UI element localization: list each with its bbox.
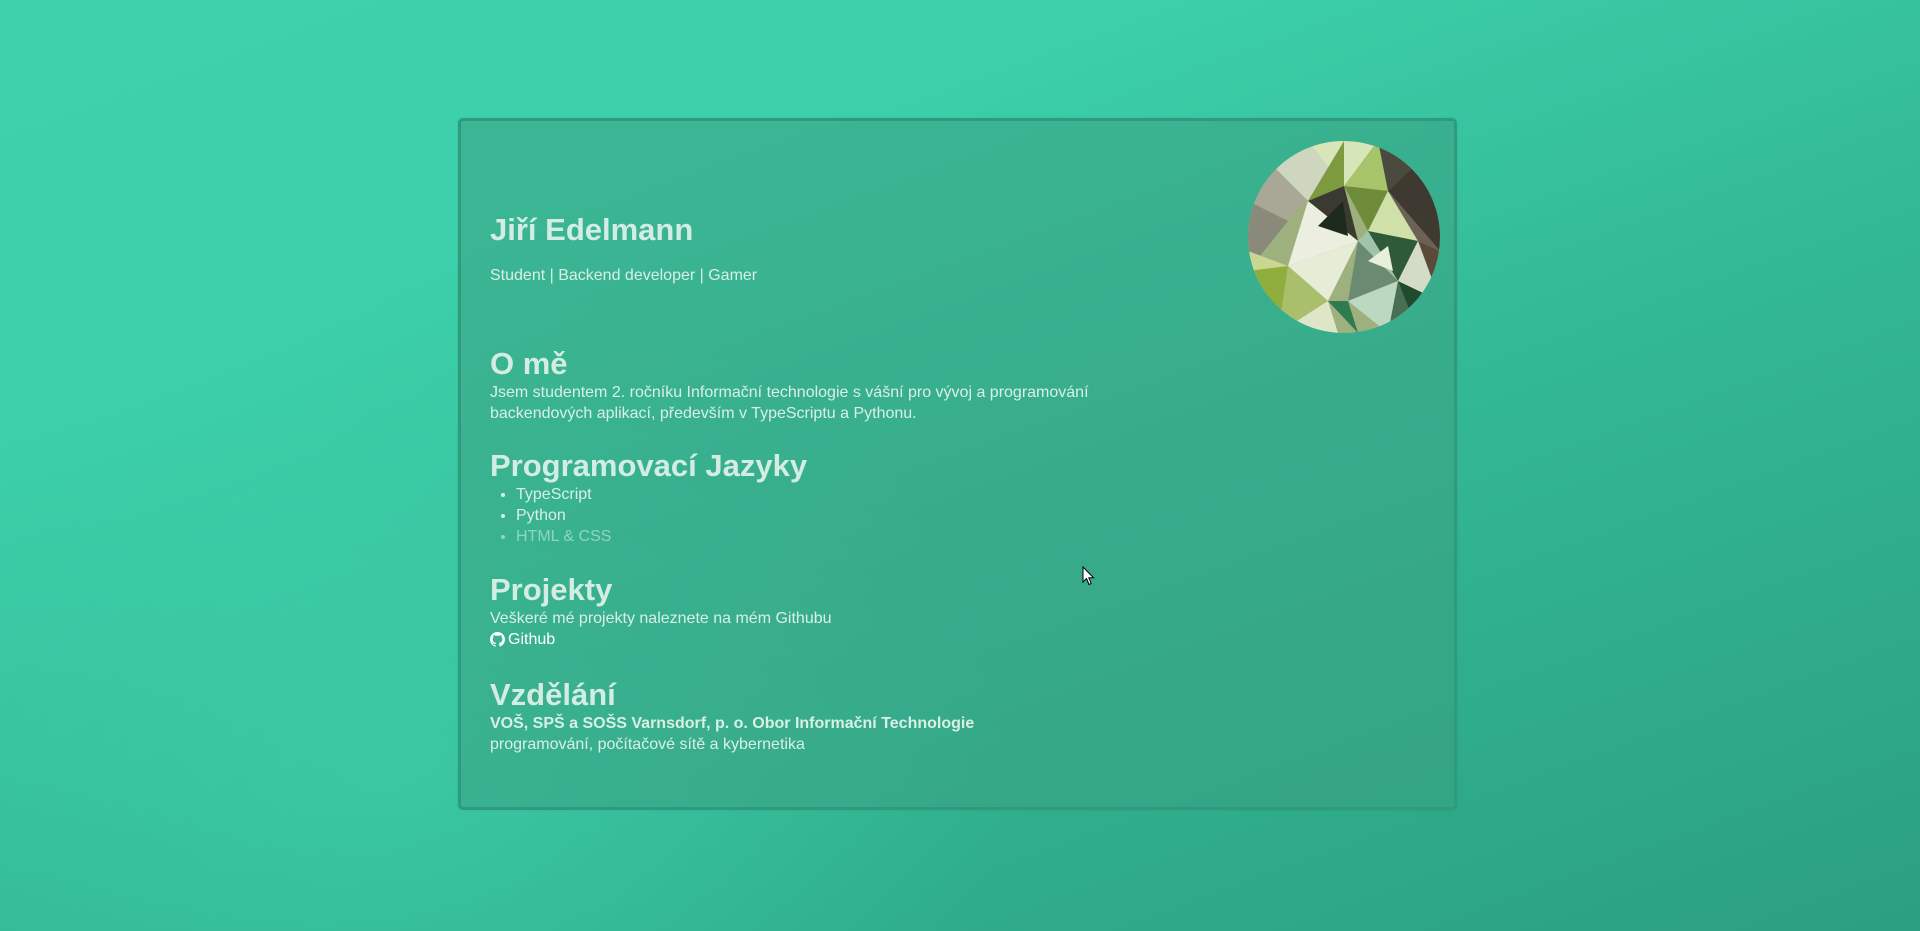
- education-subjects: programování, počítačové sítě a kybernet…: [490, 736, 805, 753]
- projects-heading: Projekty: [490, 572, 613, 607]
- profile-name: Jiří Edelmann: [490, 212, 694, 247]
- github-icon: [490, 632, 505, 647]
- about-text: Jsem studentem 2. ročníku Informační tec…: [490, 384, 1089, 422]
- profile-content: Jiří Edelmann Student | Backend develope…: [490, 211, 1130, 755]
- about-heading: O mě: [490, 346, 568, 381]
- projects-text: Veškeré mé projekty naleznete na mém Git…: [490, 610, 832, 627]
- education-heading: Vzdělání: [490, 677, 616, 712]
- profile-tagline: Student | Backend developer | Gamer: [490, 267, 758, 284]
- education-section: Vzdělání VOŠ, SPŠ a SOŠS Varnsdorf, p. o…: [490, 677, 1130, 755]
- languages-list: TypeScript Python HTML & CSS: [490, 484, 1130, 547]
- projects-section: Projekty Veškeré mé projekty naleznete n…: [490, 572, 1130, 652]
- language-item: Python: [516, 505, 1130, 526]
- mouse-cursor-icon: [1082, 566, 1095, 586]
- language-item: HTML & CSS: [516, 526, 1130, 547]
- languages-heading: Programovací Jazyky: [490, 448, 808, 483]
- profile-card: Jiří Edelmann Student | Backend develope…: [458, 118, 1457, 810]
- education-school: VOŠ, SPŠ a SOŠS Varnsdorf, p. o. Obor In…: [490, 715, 975, 732]
- avatar: [1248, 141, 1440, 333]
- geometric-avatar-image: [1248, 141, 1440, 333]
- github-link[interactable]: Github: [490, 629, 555, 650]
- language-item: TypeScript: [516, 484, 1130, 505]
- github-link-label: Github: [508, 631, 556, 648]
- about-section: O mě Jsem studentem 2. ročníku Informačn…: [490, 346, 1130, 424]
- languages-section: Programovací Jazyky TypeScript Python HT…: [490, 448, 1130, 547]
